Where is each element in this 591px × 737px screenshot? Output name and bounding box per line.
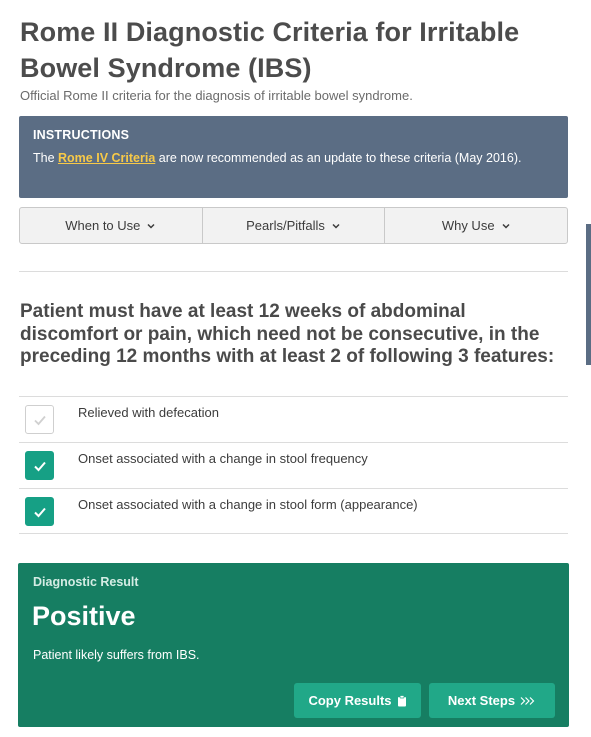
checkbox-checked[interactable] bbox=[25, 451, 54, 480]
criterion-label: Onset associated with a change in stool … bbox=[78, 451, 368, 466]
criterion-stool-frequency[interactable]: Onset associated with a change in stool … bbox=[19, 442, 568, 488]
result-heading: Diagnostic Result bbox=[33, 575, 139, 589]
chevron-down-icon bbox=[147, 223, 155, 229]
next-steps-button[interactable]: Next Steps bbox=[429, 683, 555, 718]
tab-label: Pearls/Pitfalls bbox=[246, 218, 325, 233]
tab-pearls-pitfalls[interactable]: Pearls/Pitfalls bbox=[203, 208, 386, 243]
calculator-page: Rome II Diagnostic Criteria for Irritabl… bbox=[0, 0, 591, 737]
checkbox-unchecked[interactable] bbox=[25, 405, 54, 434]
instructions-heading: INSTRUCTIONS bbox=[33, 128, 130, 142]
check-icon bbox=[33, 415, 46, 425]
criterion-relieved-with-defecation[interactable]: Relieved with defecation bbox=[19, 396, 568, 442]
result-value: Positive bbox=[32, 601, 136, 631]
criteria-list: Relieved with defecation Onset associate… bbox=[19, 396, 568, 534]
instructions-text: The Rome IV Criteria are now recommended… bbox=[33, 148, 554, 168]
criterion-stool-form[interactable]: Onset associated with a change in stool … bbox=[19, 488, 568, 534]
tab-when-to-use[interactable]: When to Use bbox=[20, 208, 203, 243]
criteria-question: Patient must have at least 12 weeks of a… bbox=[20, 301, 555, 367]
check-icon bbox=[33, 507, 46, 517]
tab-label: Why Use bbox=[441, 218, 495, 233]
page-title: Rome II Diagnostic Criteria for Irritabl… bbox=[20, 17, 520, 83]
check-icon bbox=[33, 461, 46, 471]
clipboard-icon bbox=[397, 694, 406, 706]
chevron-down-icon bbox=[502, 223, 510, 229]
copy-results-button[interactable]: Copy Results bbox=[294, 683, 421, 718]
chevron-down-icon bbox=[332, 223, 340, 229]
criterion-label: Relieved with defecation bbox=[78, 405, 219, 420]
tab-label: When to Use bbox=[65, 218, 141, 233]
next-steps-label: Next Steps bbox=[447, 693, 516, 708]
copy-results-label: Copy Results bbox=[308, 693, 392, 708]
scrollbar-thumb[interactable] bbox=[586, 224, 591, 365]
rome-iv-criteria-link[interactable]: Rome IV Criteria bbox=[58, 151, 155, 165]
instructions-text-after: are now recommended as an update to thes… bbox=[155, 151, 522, 165]
page-subtitle: Official Rome II criteria for the diagno… bbox=[20, 88, 413, 103]
divider bbox=[19, 271, 568, 272]
instructions-box: INSTRUCTIONS The Rome IV Criteria are no… bbox=[19, 116, 568, 198]
result-panel: Diagnostic Result Positive Patient likel… bbox=[18, 563, 569, 727]
criterion-label: Onset associated with a change in stool … bbox=[78, 497, 418, 512]
chevrons-right-icon bbox=[520, 696, 535, 705]
checkbox-checked[interactable] bbox=[25, 497, 54, 526]
result-description: Patient likely suffers from IBS. bbox=[33, 648, 200, 662]
info-tabs: When to Use Pearls/Pitfalls Why Use bbox=[19, 207, 568, 244]
tab-why-use[interactable]: Why Use bbox=[385, 208, 567, 243]
instructions-text-before: The bbox=[33, 151, 59, 165]
